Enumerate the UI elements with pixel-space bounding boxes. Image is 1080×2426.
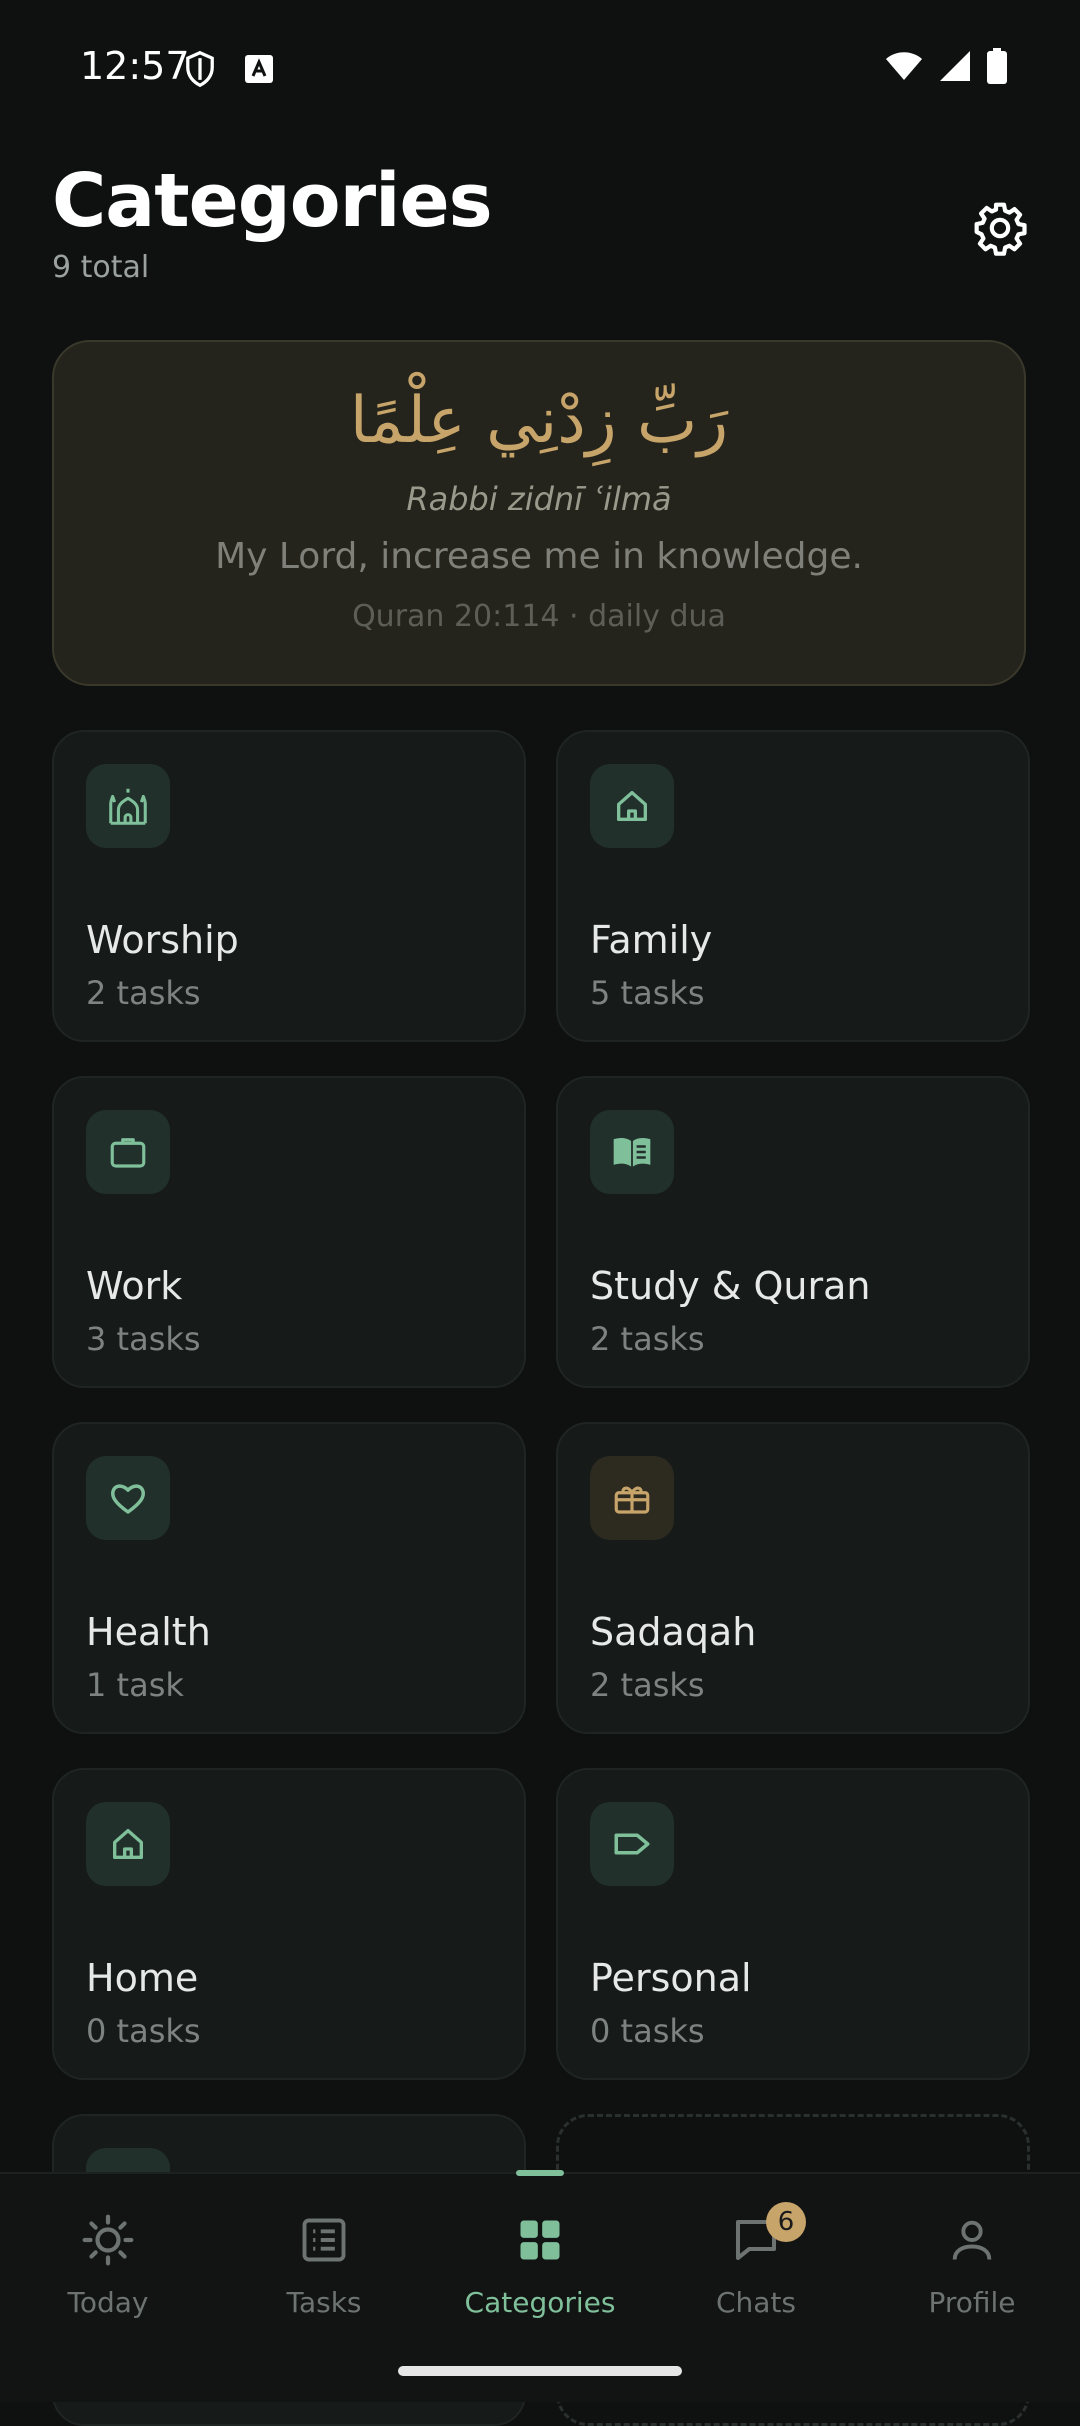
category-name: Personal: [590, 1956, 752, 2000]
category-card-health[interactable]: Health 1 task: [52, 1422, 526, 1734]
category-icon-box: [86, 1802, 170, 1886]
category-task-count: 3 tasks: [86, 1320, 201, 1358]
book-icon: [613, 1137, 651, 1167]
nav-label: Today: [67, 2286, 149, 2319]
category-card-work[interactable]: Work 3 tasks: [52, 1076, 526, 1388]
category-icon-box: [590, 1456, 674, 1540]
category-card-family[interactable]: Family 5 tasks: [556, 730, 1030, 1042]
category-name: Worship: [86, 918, 239, 962]
active-tab-indicator: [516, 2170, 564, 2176]
category-card-personal[interactable]: Personal 0 tasks: [556, 1768, 1030, 2080]
category-task-count: 2 tasks: [590, 1666, 705, 1704]
category-icon-box: [86, 764, 170, 848]
list-icon: [302, 2218, 346, 2262]
status-time: 12:57: [80, 44, 190, 88]
dua-transliteration: Rabbi zidnī ʿilmā: [406, 480, 672, 518]
battery-icon: [987, 48, 1007, 84]
category-card-home[interactable]: Home 0 tasks: [52, 1768, 526, 2080]
chats-unread-badge: 6: [766, 2202, 806, 2242]
nav-label: Chats: [715, 2286, 797, 2319]
category-card-sadaqah[interactable]: Sadaqah 2 tasks: [556, 1422, 1030, 1734]
category-task-count: 1 task: [86, 1666, 184, 1704]
keyboard-a-icon: [245, 55, 273, 83]
dua-meaning: My Lord, increase me in knowledge.: [215, 536, 863, 577]
category-card-study-quran[interactable]: Study & Quran 2 tasks: [556, 1076, 1030, 1388]
categories-count: 9 total: [52, 250, 150, 285]
nav-tab-categories[interactable]: Categories: [432, 2208, 648, 2319]
category-icon-box: [590, 1802, 674, 1886]
house-icon: [113, 1829, 143, 1859]
category-name: Sadaqah: [590, 1610, 757, 1654]
nav-tab-chats[interactable]: 6 Chats: [648, 2202, 864, 2319]
daily-dua-card[interactable]: رَبِّ زِدْنِي عِلْمًا Rabbi zidnī ʿilmā …: [52, 340, 1026, 686]
page-title: Categories: [52, 158, 493, 244]
category-name: Health: [86, 1610, 211, 1654]
category-name: Work: [86, 1264, 183, 1308]
nav-tab-profile[interactable]: Profile: [864, 2208, 1080, 2319]
settings-gear-icon[interactable]: [972, 200, 1028, 256]
category-icon-box: [590, 1110, 674, 1194]
briefcase-icon: [110, 1138, 146, 1168]
dua-arabic-text: رَبِّ زِدْنِي عِلْمًا: [349, 384, 729, 458]
home-gesture-bar[interactable]: [398, 2366, 682, 2376]
category-task-count: 0 tasks: [86, 2012, 201, 2050]
category-name: Study & Quran: [590, 1264, 871, 1308]
category-icon-box: [86, 1110, 170, 1194]
nav-tab-today[interactable]: Today: [0, 2208, 216, 2319]
person-icon: [952, 2220, 992, 2260]
category-icon-box: [86, 1456, 170, 1540]
category-task-count: 2 tasks: [590, 1320, 705, 1358]
gift-icon: [614, 1486, 650, 1514]
nav-tab-tasks[interactable]: Tasks: [216, 2208, 432, 2319]
shield-icon: [186, 50, 214, 88]
category-task-count: 0 tasks: [590, 2012, 705, 2050]
mosque-icon: [109, 788, 147, 825]
wifi-icon: [886, 52, 922, 80]
nav-label: Profile: [928, 2286, 1016, 2319]
nav-label: Tasks: [286, 2286, 362, 2319]
dua-source: Quran 20:114 · daily dua: [352, 599, 726, 634]
signal-icon: [940, 51, 970, 81]
category-name: Family: [590, 918, 713, 962]
category-task-count: 5 tasks: [590, 974, 705, 1012]
heart-icon: [111, 1484, 145, 1514]
house-icon: [617, 791, 647, 821]
tag-icon: [614, 1833, 650, 1855]
grid-icon: [520, 2220, 560, 2260]
category-card-worship[interactable]: Worship 2 tasks: [52, 730, 526, 1042]
category-task-count: 2 tasks: [86, 974, 201, 1012]
category-name: Home: [86, 1956, 199, 2000]
status-bar: 12:57: [0, 0, 1080, 135]
nav-label: Categories: [464, 2286, 616, 2319]
sun-icon: [82, 2214, 134, 2266]
category-icon-box: [590, 764, 674, 848]
